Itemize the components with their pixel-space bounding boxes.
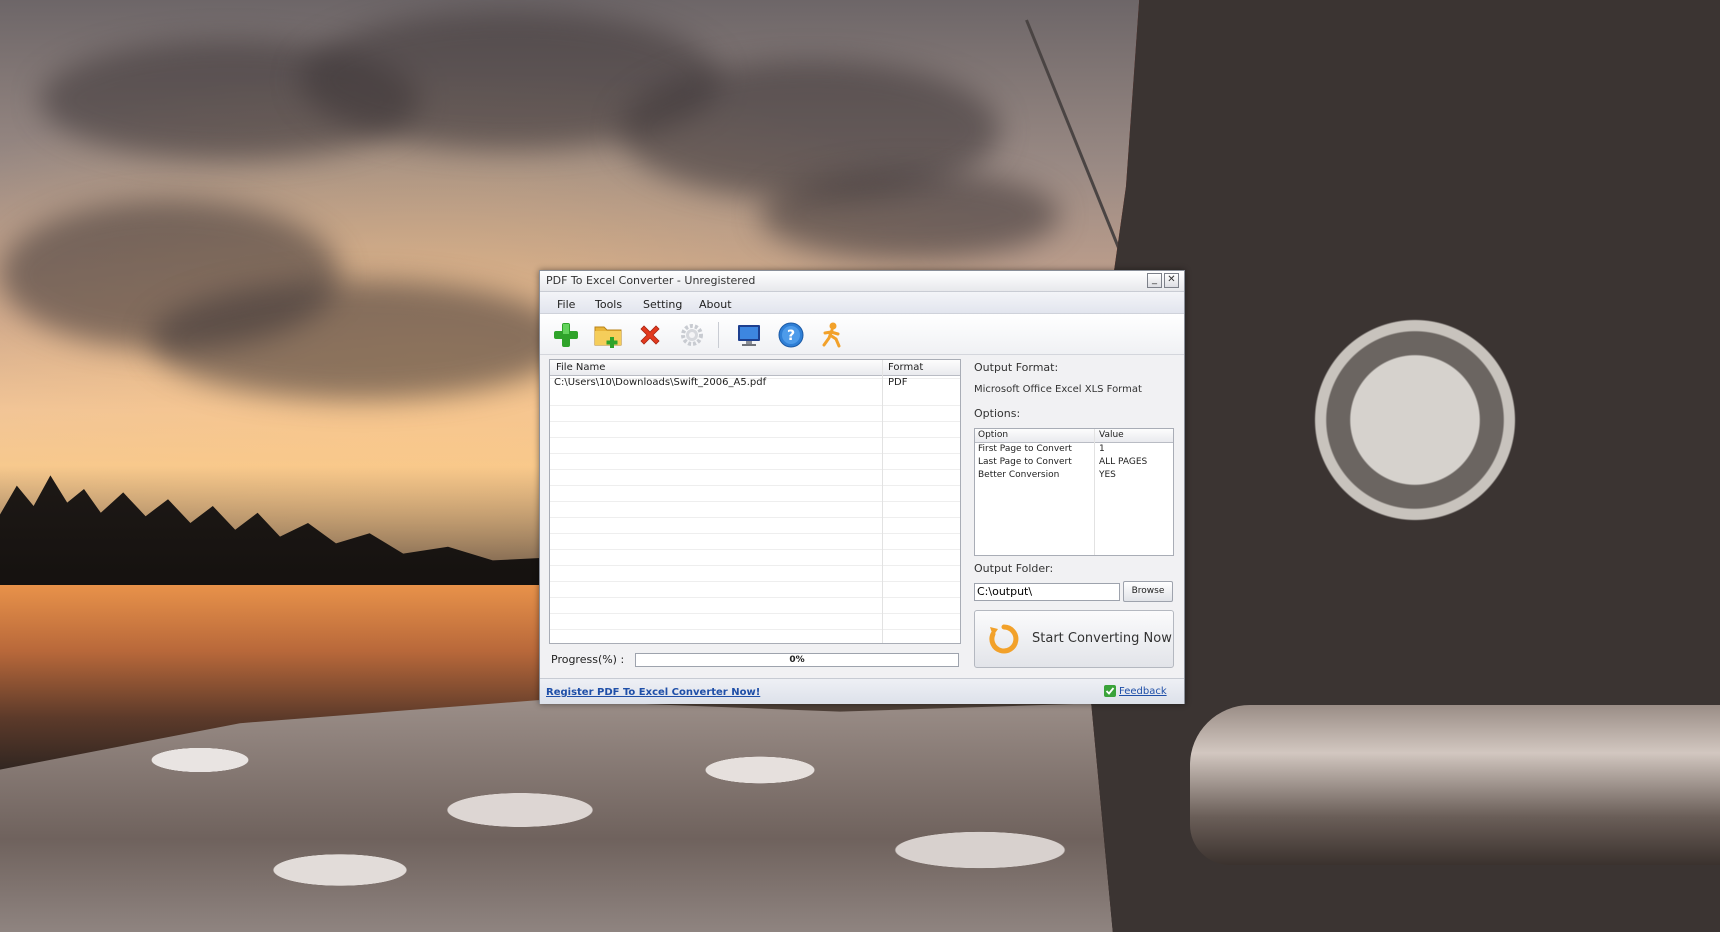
progress-value: 0% (789, 655, 805, 665)
column-header-file-name[interactable]: File Name (556, 362, 605, 373)
menu-about[interactable]: About (699, 298, 732, 311)
file-list-header: File Name Format (550, 360, 960, 376)
toolbar: ? (540, 314, 1184, 355)
settings-button[interactable] (677, 320, 707, 350)
wallpaper-cloud (150, 280, 570, 400)
format-cell: PDF (888, 377, 908, 388)
register-link[interactable]: Register PDF To Excel Converter Now! (546, 687, 760, 698)
monitor-icon (738, 325, 760, 346)
menu-bar (540, 292, 1184, 314)
options-header: Option Value (975, 429, 1173, 443)
monitor-button[interactable] (734, 320, 764, 350)
output-folder-label: Output Folder: (974, 562, 1054, 575)
minimize-button[interactable]: _ (1147, 273, 1162, 288)
option-row-first-page[interactable]: First Page to Convert 1 (975, 444, 1173, 456)
help-button[interactable]: ? (776, 320, 806, 350)
close-button[interactable]: ✕ (1164, 273, 1179, 288)
add-file-icon (554, 323, 578, 347)
wallpaper-bumper (1190, 705, 1720, 865)
toolbar-separator (718, 322, 719, 348)
options-table[interactable]: Option Value First Page to Convert 1 Las… (974, 428, 1174, 556)
progress-bar: 0% (635, 653, 959, 667)
delete-icon (640, 325, 660, 345)
column-header-option: Option (978, 430, 1009, 440)
option-name: First Page to Convert (978, 444, 1072, 454)
option-name: Last Page to Convert (978, 457, 1072, 467)
menu-setting[interactable]: Setting (643, 298, 682, 311)
window-title: PDF To Excel Converter - Unregistered (546, 274, 756, 287)
progress-label: Progress(%) : (551, 653, 625, 666)
feedback-link[interactable]: Feedback (1104, 685, 1167, 697)
menu-file[interactable]: File (557, 298, 575, 311)
menu-tools[interactable]: Tools (595, 298, 622, 311)
help-icon: ? (778, 322, 804, 348)
checkmark-icon (1104, 685, 1116, 697)
option-row-better-conversion[interactable]: Better Conversion YES (975, 470, 1173, 482)
table-row[interactable]: C:\Users\10\Downloads\Swift_2006_A5.pdf … (550, 376, 960, 391)
column-divider (882, 360, 883, 643)
output-format-label: Output Format: (974, 361, 1059, 374)
output-folder-input[interactable] (974, 583, 1120, 601)
option-value: ALL PAGES (1099, 457, 1148, 467)
start-converting-label: Start Converting Now (1032, 631, 1172, 646)
option-row-last-page[interactable]: Last Page to Convert ALL PAGES (975, 457, 1173, 469)
column-header-format[interactable]: Format (888, 362, 923, 373)
title-bar[interactable]: PDF To Excel Converter - Unregistered _ … (540, 271, 1184, 292)
add-folder-icon (594, 326, 622, 348)
option-name: Better Conversion (978, 470, 1060, 480)
browse-button[interactable]: Browse (1123, 581, 1173, 602)
option-value: YES (1099, 470, 1116, 480)
wallpaper-cloud (760, 170, 1060, 260)
wallpaper-antenna (1025, 19, 1133, 281)
start-converting-button[interactable]: Start Converting Now (974, 610, 1174, 668)
delete-button[interactable] (635, 320, 665, 350)
svg-text:?: ? (787, 328, 795, 344)
app-window: PDF To Excel Converter - Unregistered _ … (539, 270, 1185, 704)
options-label: Options: (974, 407, 1021, 420)
refresh-icon (989, 624, 1019, 654)
file-list[interactable]: File Name Format C:\Users\10\Downloads\S… (549, 359, 961, 644)
add-file-button[interactable] (551, 320, 581, 350)
add-folder-button[interactable] (593, 320, 623, 350)
output-format-value: Microsoft Office Excel XLS Format (974, 384, 1142, 395)
feedback-label: Feedback (1119, 685, 1167, 697)
run-icon (822, 322, 841, 348)
option-value: 1 (1099, 444, 1105, 454)
run-button[interactable] (817, 320, 847, 350)
settings-icon (681, 324, 703, 346)
file-name-cell: C:\Users\10\Downloads\Swift_2006_A5.pdf (554, 377, 767, 388)
column-header-value: Value (1099, 430, 1124, 440)
